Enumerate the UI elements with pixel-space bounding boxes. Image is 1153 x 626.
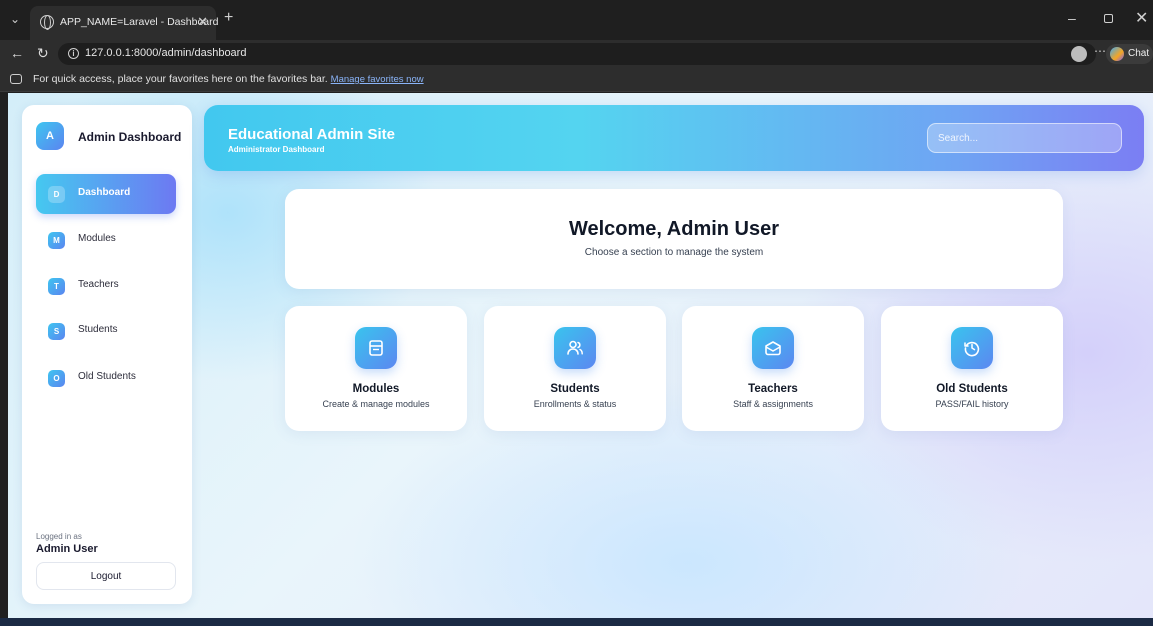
back-arrow-icon[interactable]: ← [10,45,24,61]
tab-close-icon[interactable]: ✕ [197,14,208,30]
welcome-title: Welcome, Admin User [568,218,780,240]
favorites-icon [10,74,22,84]
browser-tab-bar: ⌄ APP_NAME=Laravel - Dashboard ✕ + – ✕ [0,0,1153,40]
favorites-hint-text: For quick access, place your favorites h… [33,73,328,85]
search-input[interactable] [927,123,1122,153]
address-bar[interactable]: i 127.0.0.1:8000/admin/dashboard [58,43,1096,65]
sidebar-item-label: Teachers [78,279,119,290]
profile-avatar-icon[interactable] [1071,46,1087,62]
page-header: Educational Admin Site Administrator Das… [204,105,1144,171]
browser-tab[interactable]: APP_NAME=Laravel - Dashboard ✕ [30,6,219,40]
brand-name: Admin Dashboard [78,130,182,144]
url-text: 127.0.0.1:8000/admin/dashboard [85,47,247,59]
card-description: PASS/FAIL history [935,399,1009,409]
window-close-icon[interactable]: ✕ [1135,8,1148,28]
sidebar-item-label: Old Students [78,371,136,382]
logout-button[interactable]: Logout [36,562,176,590]
card-title: Teachers [748,383,798,395]
site-info-icon[interactable]: i [68,48,79,59]
copilot-chat-button[interactable]: Chat [1106,44,1153,64]
sidebar-item-label: Modules [78,233,116,244]
teachers-card[interactable]: Teachers Staff & assignments [682,306,864,431]
new-tab-icon[interactable]: + [224,9,233,27]
sidebar: A Admin Dashboard D Dashboard M Modules … [22,105,192,604]
favorites-bar: For quick access, place your favorites h… [0,68,1153,92]
teachers-badge-icon: T [48,278,65,295]
card-title: Old Students [936,383,1008,395]
old-students-card[interactable]: Old Students PASS/FAIL history [881,306,1063,431]
students-icon [554,327,596,369]
students-card[interactable]: Students Enrollments & status [484,306,666,431]
card-description: Staff & assignments [733,399,813,409]
tab-actions-chevron-icon[interactable]: ⌄ [10,12,20,26]
copilot-chat-label: Chat [1128,48,1150,59]
card-title: Modules [352,383,400,395]
os-taskbar [0,618,1153,626]
dashboard-badge-icon: D [48,186,65,203]
maximize-icon[interactable] [1104,14,1113,23]
card-description: Enrollments & status [533,399,617,409]
sidebar-item-dashboard[interactable]: D Dashboard [36,174,176,214]
card-title: Students [550,383,600,395]
brand-badge: A [36,122,64,150]
modules-icon [355,327,397,369]
old-students-badge-icon: O [48,370,65,387]
history-icon [951,327,993,369]
favorites-hint: For quick access, place your favorites h… [33,73,424,85]
welcome-card: Welcome, Admin User Choose a section to … [285,189,1063,289]
students-badge-icon: S [48,323,65,340]
welcome-subtitle: Choose a section to manage the system [584,247,764,258]
copilot-icon [1110,47,1124,61]
page-subtitle: Administrator Dashboard [228,145,325,154]
globe-icon [40,15,54,30]
card-description: Create & manage modules [322,399,430,409]
minimize-icon[interactable]: – [1068,10,1076,26]
teachers-icon [752,327,794,369]
browser-toolbar: ← ↻ i 127.0.0.1:8000/admin/dashboard ⋯ C… [0,40,1153,68]
page-viewport: A Admin Dashboard D Dashboard M Modules … [8,93,1153,618]
more-options-icon[interactable]: ⋯ [1094,44,1106,58]
sidebar-item-teachers[interactable]: T Teachers [36,266,176,306]
sidebar-item-modules[interactable]: M Modules [36,220,176,260]
reload-icon[interactable]: ↻ [37,45,49,62]
sidebar-item-label: Students [78,324,118,335]
modules-card[interactable]: Modules Create & manage modules [285,306,467,431]
sidebar-item-old-students[interactable]: O Old Students [36,358,176,398]
logged-in-label: Logged in as [36,532,82,541]
sidebar-item-label: Dashboard [78,187,131,198]
manage-favorites-link[interactable]: Manage favorites now [331,74,424,85]
tab-title: APP_NAME=Laravel - Dashboard [60,16,219,28]
modules-badge-icon: M [48,232,65,249]
logged-in-user: Admin User [36,543,98,555]
sidebar-item-students[interactable]: S Students [36,311,176,351]
page-title: Educational Admin Site [228,126,395,143]
